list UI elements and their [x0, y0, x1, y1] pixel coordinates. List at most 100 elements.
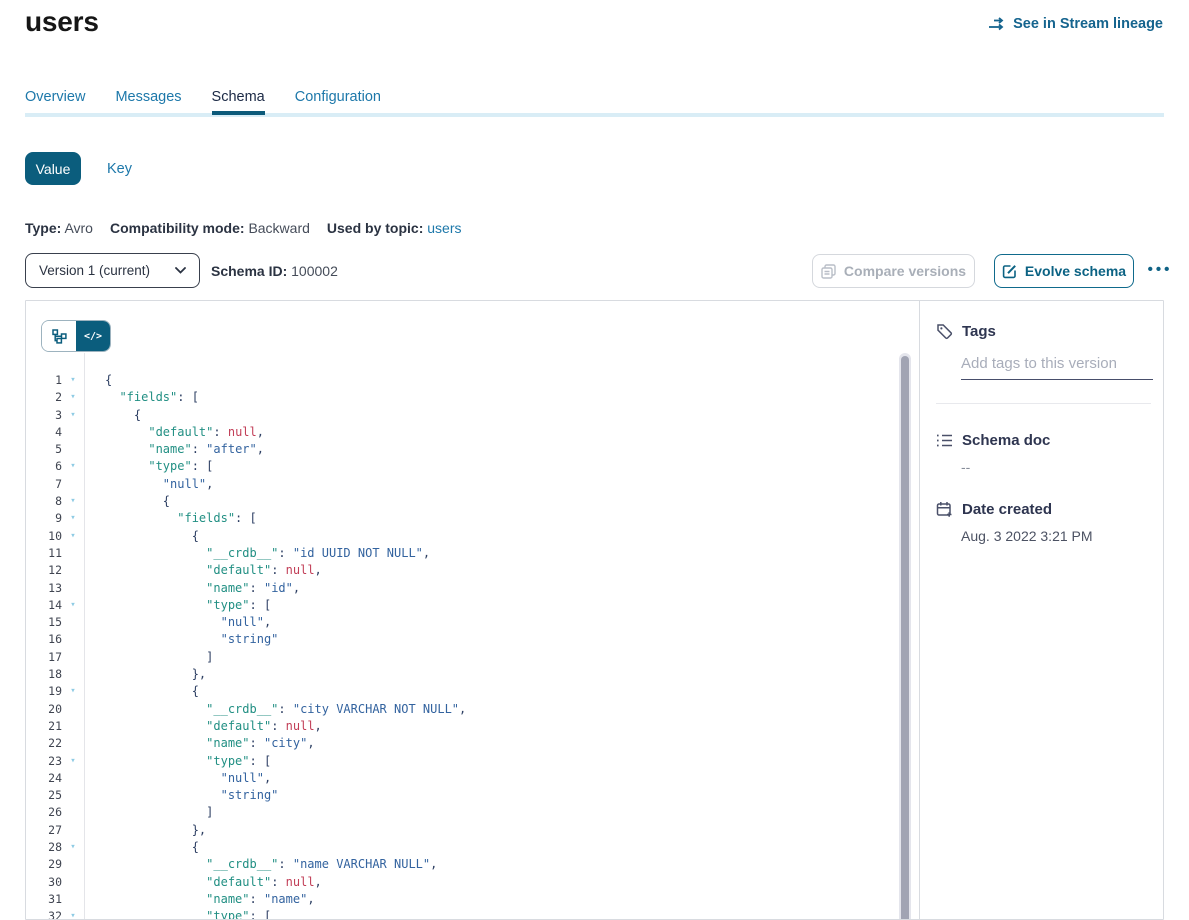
schema-id-label: Schema ID: [211, 263, 287, 279]
schema-type-value: Avro [64, 220, 93, 236]
used-by-topic: Used by topic: users [327, 220, 462, 236]
see-in-stream-lineage-link[interactable]: See in Stream lineage [988, 16, 1163, 32]
code-line: 28▾ { [26, 839, 905, 856]
tab-schema[interactable]: Schema [212, 89, 265, 115]
code-line-text: "default": null, [84, 718, 322, 735]
fold-spacer [62, 649, 84, 666]
fold-spacer [62, 476, 84, 493]
schema-panel: </> 1▾{2▾ "fields": [3▾ {4 "default": nu… [25, 300, 1164, 920]
edit-schema-icon [1002, 264, 1017, 279]
line-number: 30 [26, 874, 62, 891]
compatibility-mode-value: Backward [248, 220, 309, 236]
tags-input[interactable] [961, 355, 1153, 379]
fold-toggle-icon[interactable]: ▾ [62, 389, 84, 406]
fold-spacer [62, 856, 84, 873]
code-line-text: "name": "name", [84, 891, 315, 908]
fold-spacer [62, 735, 84, 752]
fold-toggle-icon[interactable]: ▾ [62, 839, 84, 856]
date-created-heading-label: Date created [962, 501, 1052, 518]
chevron-down-icon [175, 267, 186, 274]
schema-doc-heading-label: Schema doc [962, 432, 1050, 449]
version-select-value: Version 1 (current) [39, 263, 150, 278]
sidebar-divider [936, 403, 1151, 404]
line-number: 20 [26, 701, 62, 718]
code-line-text: "null", [84, 614, 271, 631]
code-line-text: "string" [84, 787, 278, 804]
tab-overview[interactable]: Overview [25, 89, 85, 115]
code-line: 25 "string" [26, 787, 905, 804]
code-line: 24 "null", [26, 770, 905, 787]
code-line-text: "default": null, [84, 874, 322, 891]
fold-spacer [62, 666, 84, 683]
fold-toggle-icon[interactable]: ▾ [62, 407, 84, 424]
editor-view-toggle: </> [41, 320, 111, 352]
tab-messages[interactable]: Messages [115, 89, 181, 115]
code-line: 27 }, [26, 822, 905, 839]
fold-toggle-icon[interactable]: ▾ [62, 597, 84, 614]
fold-spacer [62, 441, 84, 458]
code-line: 2▾ "fields": [ [26, 389, 905, 406]
fold-toggle-icon[interactable]: ▾ [62, 683, 84, 700]
line-number: 32 [26, 908, 62, 919]
line-number: 28 [26, 839, 62, 856]
schema-kind-toggle: Value Key [25, 152, 132, 185]
line-number: 4 [26, 424, 62, 441]
code-line-text: "type": [ [84, 458, 213, 475]
line-number: 13 [26, 580, 62, 597]
fold-toggle-icon[interactable]: ▾ [62, 493, 84, 510]
fold-spacer [62, 614, 84, 631]
code-line: 20 "__crdb__": "city VARCHAR NOT NULL", [26, 701, 905, 718]
date-created-value: Aug. 3 2022 3:21 PM [961, 528, 1147, 544]
stream-lineage-icon [988, 17, 1006, 31]
code-line-text: "fields": [ [84, 389, 199, 406]
editor-scrollbar-thumb[interactable] [901, 356, 909, 919]
code-line-text: "null", [84, 476, 213, 493]
value-toggle-button[interactable]: Value [25, 152, 81, 185]
used-by-topic-link[interactable]: users [427, 220, 461, 236]
fold-toggle-icon[interactable]: ▾ [62, 510, 84, 527]
compatibility-mode-label: Compatibility mode: [110, 220, 245, 236]
fold-toggle-icon[interactable]: ▾ [62, 372, 84, 389]
calendar-plus-icon [936, 501, 953, 518]
code-line: 26 ] [26, 804, 905, 821]
fold-spacer [62, 874, 84, 891]
code-line-text: "null", [84, 770, 271, 787]
code-line: 4 "default": null, [26, 424, 905, 441]
schema-json-code: 1▾{2▾ "fields": [3▾ {4 "default": null,5… [26, 372, 905, 919]
tab-configuration[interactable]: Configuration [295, 89, 381, 115]
code-line: 8▾ { [26, 493, 905, 510]
code-line: 1▾{ [26, 372, 905, 389]
code-line: 23▾ "type": [ [26, 753, 905, 770]
code-line-text: ] [84, 649, 213, 666]
code-line-text: "__crdb__": "id UUID NOT NULL", [84, 545, 430, 562]
line-number: 3 [26, 407, 62, 424]
compare-versions-button[interactable]: Compare versions [812, 254, 975, 288]
fold-toggle-icon[interactable]: ▾ [62, 753, 84, 770]
code-line-text: "default": null, [84, 424, 264, 441]
date-created-heading: Date created [936, 501, 1147, 518]
fold-spacer [62, 787, 84, 804]
line-number: 12 [26, 562, 62, 579]
more-options-button[interactable]: ••• [1142, 252, 1178, 286]
tree-view-icon [52, 329, 67, 344]
compare-versions-label: Compare versions [844, 263, 966, 279]
fold-spacer [62, 562, 84, 579]
tree-view-button[interactable] [42, 321, 76, 351]
editor-scrollbar-track[interactable] [899, 353, 911, 919]
fold-spacer [62, 631, 84, 648]
version-select[interactable]: Version 1 (current) [25, 253, 200, 288]
code-line: 6▾ "type": [ [26, 458, 905, 475]
evolve-schema-button[interactable]: Evolve schema [994, 254, 1134, 288]
code-view-button[interactable]: </> [76, 321, 110, 351]
fold-toggle-icon[interactable]: ▾ [62, 908, 84, 919]
code-line: 18 }, [26, 666, 905, 683]
schema-type: Type: Avro [25, 220, 93, 236]
fold-toggle-icon[interactable]: ▾ [62, 528, 84, 545]
code-line: 5 "name": "after", [26, 441, 905, 458]
tags-input-wrap [961, 355, 1153, 380]
code-line-text: "type": [ [84, 597, 271, 614]
code-line: 29 "__crdb__": "name VARCHAR NULL", [26, 856, 905, 873]
key-toggle-link[interactable]: Key [107, 161, 132, 177]
fold-toggle-icon[interactable]: ▾ [62, 458, 84, 475]
code-line: 31 "name": "name", [26, 891, 905, 908]
